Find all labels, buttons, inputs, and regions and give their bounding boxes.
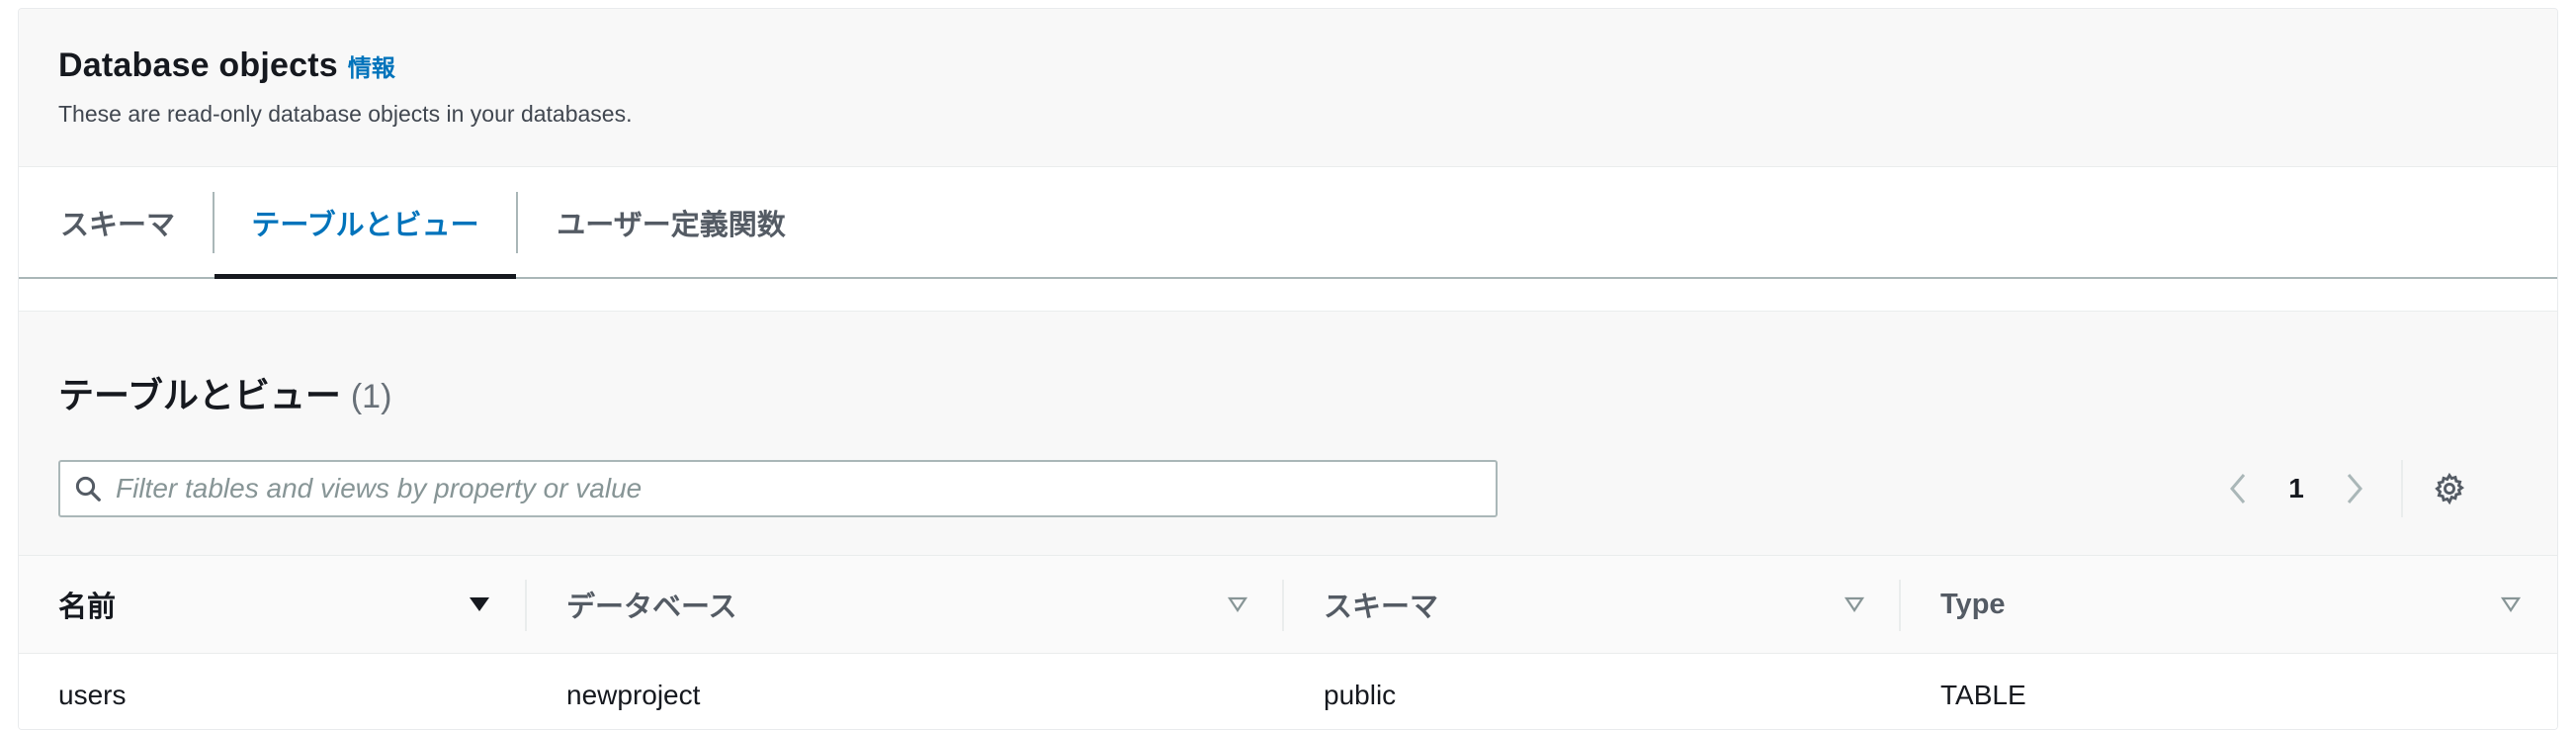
- info-link[interactable]: 情報: [348, 48, 395, 83]
- table-header-row: 名前 データベース スキーマ Type: [19, 555, 2557, 654]
- item-count: (1): [350, 378, 392, 415]
- tab-user-defined-functions[interactable]: ユーザー定義関数: [518, 167, 824, 277]
- tables-container: テーブルとビュー (1) 1: [19, 311, 2557, 729]
- chevron-right-icon: [2347, 474, 2362, 503]
- preferences-button[interactable]: [2421, 460, 2478, 517]
- gear-icon: [2435, 472, 2465, 505]
- tab-schema-label: スキーマ: [60, 209, 176, 241]
- filter-input[interactable]: [116, 473, 1496, 504]
- active-tab-indicator: [215, 274, 516, 279]
- column-header-schema[interactable]: スキーマ: [1284, 556, 1901, 653]
- column-header-database[interactable]: データベース: [527, 556, 1284, 653]
- caret-down-filled-icon: [470, 597, 489, 611]
- database-objects-panel: Database objects 情報 These are read-only …: [18, 8, 2558, 730]
- section-header: テーブルとビュー (1): [58, 367, 391, 418]
- tab-tables-and-views-label: テーブルとビュー: [251, 209, 479, 241]
- column-header-label: 名前: [58, 592, 117, 623]
- spacer: [19, 279, 2557, 311]
- pagination-divider: [2401, 460, 2403, 517]
- section-title: テーブルとビュー: [58, 375, 341, 415]
- cell-database: newproject: [566, 680, 701, 710]
- panel-header: Database objects 情報 These are read-only …: [19, 9, 2557, 167]
- chevron-left-icon: [2230, 474, 2246, 503]
- tab-schema[interactable]: スキーマ: [19, 167, 213, 277]
- tab-user-defined-functions-label: ユーザー定義関数: [557, 209, 786, 241]
- current-page[interactable]: 1: [2267, 473, 2326, 504]
- column-header-label: スキーマ: [1324, 592, 1439, 623]
- panel-title: Database objects: [58, 46, 338, 84]
- cell-name: users: [58, 680, 127, 710]
- column-header-type[interactable]: Type: [1901, 556, 2557, 653]
- column-header-label: データベース: [566, 592, 737, 623]
- caret-down-outline-icon: [1227, 596, 1248, 612]
- column-header-label: Type: [1940, 588, 2006, 620]
- search-icon: [60, 474, 116, 503]
- pagination: 1: [2209, 460, 2478, 517]
- cell-schema: public: [1324, 680, 1397, 710]
- tab-bar: スキーマ テーブルとビュー ユーザー定義関数: [19, 167, 2557, 279]
- filter-box: [58, 460, 1498, 517]
- table-row[interactable]: users newproject public TABLE: [19, 654, 2557, 729]
- panel-description: These are read-only database objects in …: [58, 101, 633, 127]
- cell-type: TABLE: [1940, 680, 2026, 710]
- caret-down-outline-icon: [2500, 596, 2522, 612]
- previous-page-button[interactable]: [2209, 460, 2267, 517]
- caret-down-outline-icon: [1844, 596, 1865, 612]
- next-page-button[interactable]: [2326, 460, 2383, 517]
- column-header-name[interactable]: 名前: [19, 556, 527, 653]
- tab-tables-and-views[interactable]: テーブルとビュー: [215, 167, 516, 279]
- panel-title-row: Database objects 情報: [58, 46, 2518, 85]
